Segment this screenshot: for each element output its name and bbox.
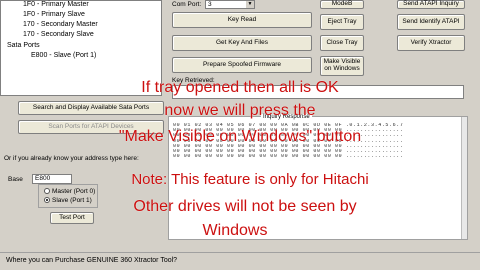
send-identify-atapi-button[interactable]: Send Identify ATAPI bbox=[397, 14, 465, 30]
tree-item-sata-ports[interactable]: Sata Ports bbox=[7, 42, 40, 49]
overlay-line-6: Windows bbox=[202, 222, 268, 239]
overlay-line-2: now we will press the bbox=[164, 102, 316, 119]
address-heading: Or if you already know your address type… bbox=[4, 155, 139, 162]
tree-item-primary-master[interactable]: 1F0 - Primary Master bbox=[23, 1, 89, 8]
base-label: Base bbox=[8, 176, 23, 183]
tree-item-secondary-slave[interactable]: 170 - Secondary Slave bbox=[23, 31, 94, 38]
hex-line: 00 00 00 00 00 00 00 00 00 00 00 00 00 0… bbox=[173, 154, 404, 160]
overlay-line-3: "Make Visible on Windows" button bbox=[118, 128, 362, 145]
master-port-label: Master (Port 0) bbox=[52, 188, 96, 195]
master-port-option[interactable]: Master (Port 0) bbox=[44, 188, 95, 195]
com-port-select[interactable]: 3 ▼ bbox=[205, 0, 255, 9]
send-atapi-inquiry-button[interactable]: Send ATAPI Inquiry bbox=[397, 0, 465, 9]
bottom-divider bbox=[0, 252, 480, 253]
close-tray-button[interactable]: Close Tray bbox=[320, 35, 364, 51]
scrollbar[interactable] bbox=[461, 117, 467, 239]
get-key-and-files-button[interactable]: Get Key And Files bbox=[172, 35, 312, 51]
make-visible-button[interactable]: Make Visible on Windows bbox=[320, 56, 364, 76]
overlay-line-1: If tray opened then all is OK bbox=[141, 79, 339, 96]
overlay-line-5: Other drives will not be seen by bbox=[133, 198, 357, 215]
modeb-button[interactable]: ModeB bbox=[320, 0, 364, 9]
com-port-label: Com Port: bbox=[172, 1, 202, 8]
tree-item-primary-slave[interactable]: 1F0 - Primary Slave bbox=[23, 11, 85, 18]
chevron-down-icon: ▼ bbox=[246, 1, 254, 8]
radio-slave[interactable] bbox=[44, 197, 50, 204]
prepare-spoofed-firmware-button[interactable]: Prepare Spoofed Firmware bbox=[172, 57, 312, 73]
verify-xtractor-button[interactable]: Verify Xtractor bbox=[397, 35, 465, 51]
key-read-button[interactable]: Key Read bbox=[172, 12, 312, 28]
base-address-input[interactable]: E800 bbox=[32, 174, 72, 184]
tree-item-e800-slave[interactable]: E800 - Slave (Port 1) bbox=[31, 52, 96, 59]
tree-item-secondary-master[interactable]: 170 - Secondary Master bbox=[23, 21, 98, 28]
eject-tray-button[interactable]: Eject Tray bbox=[320, 14, 364, 30]
purchase-info-text: Where you can Purchase GENUINE 360 Xtrac… bbox=[6, 257, 178, 264]
radio-master[interactable] bbox=[44, 188, 50, 195]
overlay-line-4: Note: This feature is only for Hitachi bbox=[131, 171, 369, 188]
com-port-value: 3 bbox=[208, 1, 212, 8]
